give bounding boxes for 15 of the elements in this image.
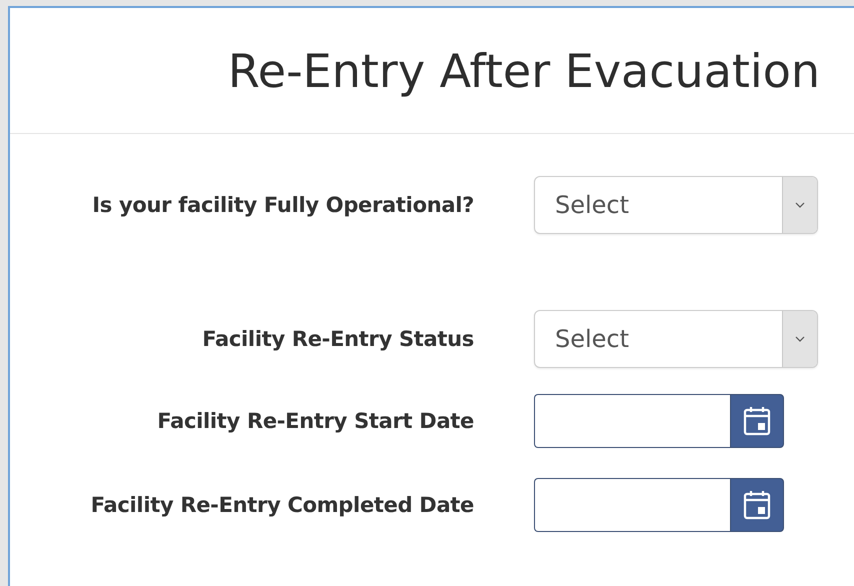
date-field[interactable] <box>534 394 730 448</box>
select-dropdown[interactable]: Select <box>534 310 818 368</box>
date-field[interactable] <box>534 478 730 532</box>
calendar-icon <box>743 406 771 436</box>
page-title: Re-Entry After Evacuation <box>228 44 820 98</box>
calendar-button[interactable] <box>730 394 784 448</box>
field-label: Facility Re-Entry Completed Date <box>90 493 474 517</box>
calendar-button[interactable] <box>730 478 784 532</box>
chevron-down-icon <box>795 336 805 342</box>
field-label: Is your facility Fully Operational? <box>91 193 474 217</box>
field-label: Facility Re-Entry Start Date <box>156 409 474 433</box>
field-label: Facility Re-Entry Status <box>201 327 474 351</box>
calendar-icon <box>743 490 771 520</box>
chevron-down-icon <box>795 202 805 208</box>
select-dropdown[interactable]: Select <box>534 176 818 234</box>
